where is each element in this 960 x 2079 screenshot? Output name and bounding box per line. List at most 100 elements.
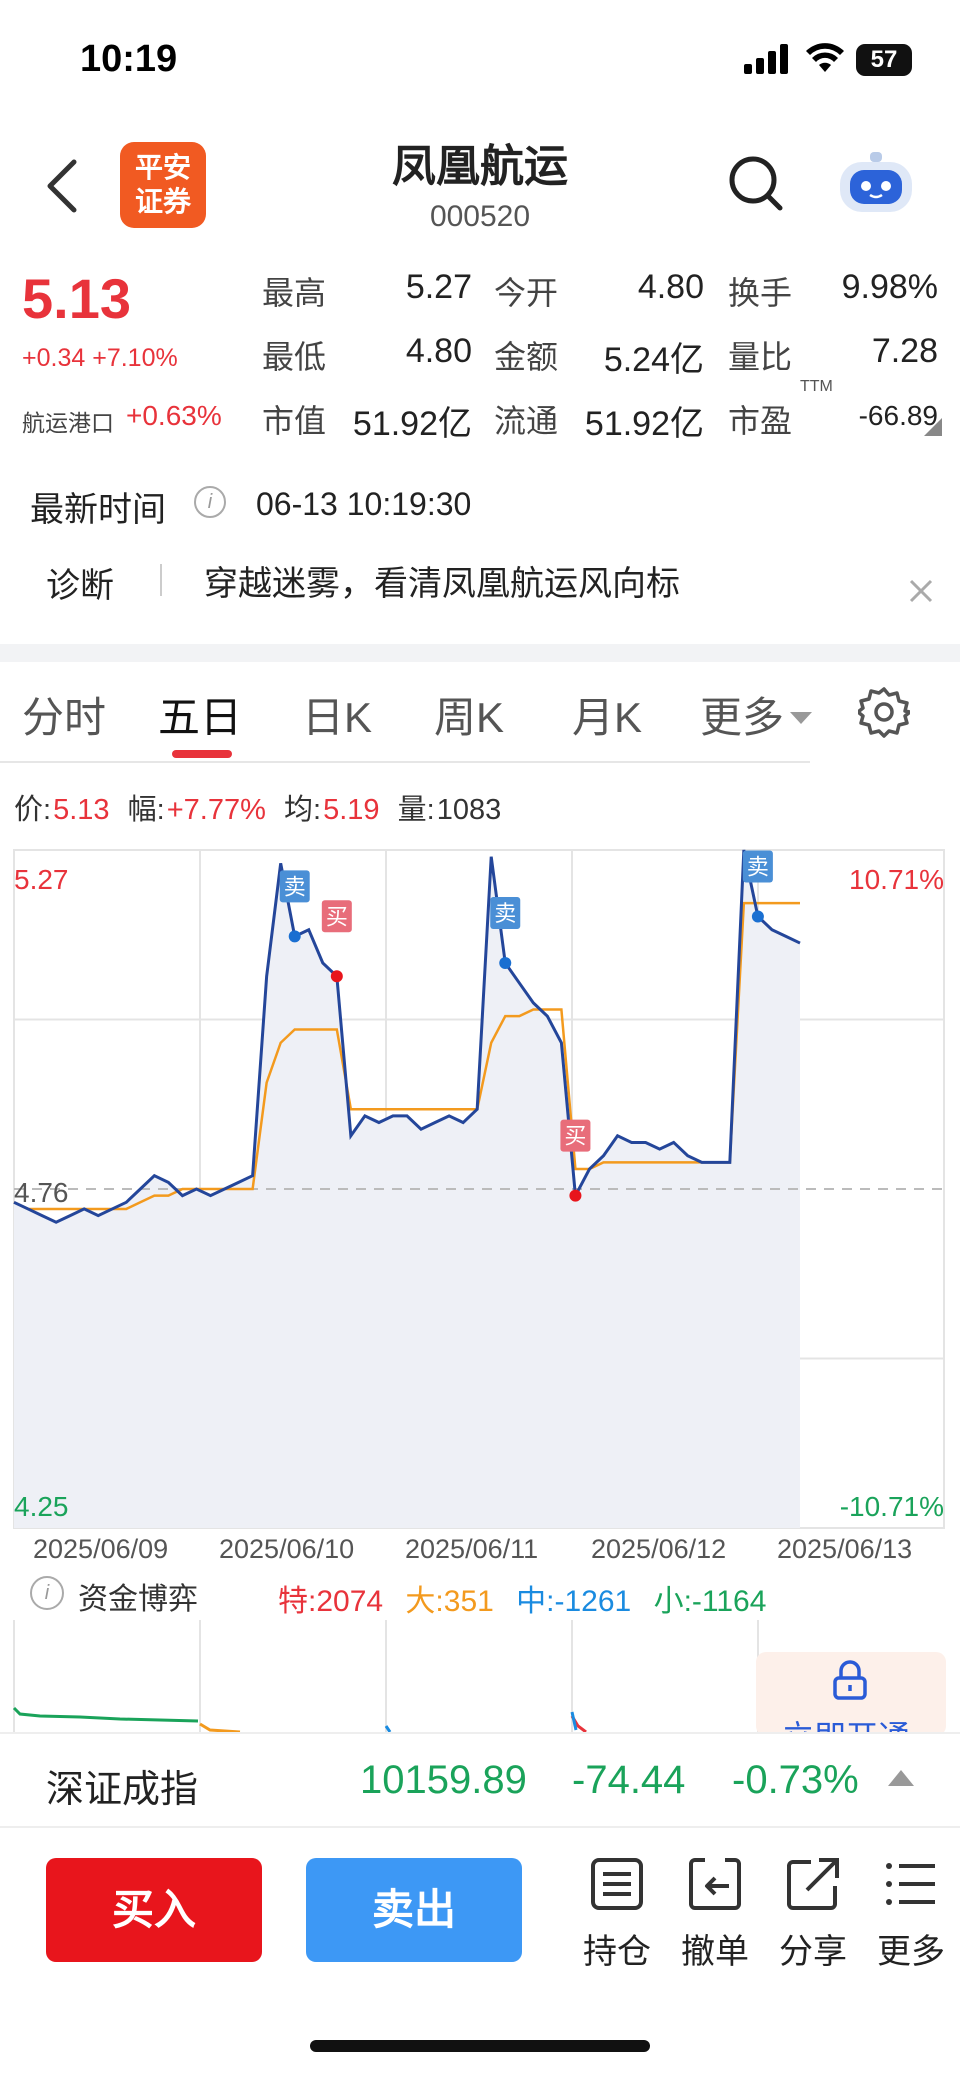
- pe-label: 市盈: [728, 403, 793, 439]
- pe-ttm-label: TTM: [800, 378, 833, 395]
- home-indicator: [310, 2040, 650, 2052]
- fund-flow-header: i 资金博弈 特:2074 大:351 中:-1261 小:-1164: [0, 1572, 960, 1622]
- latest-time: 06-13 10:19:30: [256, 486, 472, 522]
- high-label: 最高: [262, 275, 327, 311]
- fund-flow-values: 特:2074 大:351 中:-1261 小:-1164: [278, 1576, 780, 1620]
- divider: [160, 564, 162, 596]
- info-icon[interactable]: i: [30, 1576, 64, 1610]
- buy-button[interactable]: 买入: [46, 1858, 262, 1962]
- price-readout-label: 价:: [14, 794, 52, 826]
- logo-line-1: 平安: [134, 152, 191, 183]
- cancel-order-icon: [689, 1858, 741, 1910]
- positions-label: 持仓: [583, 1933, 651, 1971]
- fund-small: 小:-1164: [653, 1585, 767, 1618]
- active-tab-indicator: [172, 750, 232, 758]
- signal-label: 买: [564, 1124, 586, 1149]
- signal-dot: [288, 930, 301, 943]
- fund-super-large: 特:2074: [278, 1585, 384, 1618]
- latest-time-label: 最新时间: [30, 491, 166, 529]
- price-change: +0.34 +7.10%: [22, 344, 178, 373]
- signal-label: 卖: [284, 874, 306, 899]
- diagnosis-label: 诊断: [46, 567, 114, 605]
- share-button[interactable]: 分享: [768, 1854, 858, 1994]
- volume-ratio-label: 量比: [728, 339, 793, 375]
- y-right-top: 10.71%: [849, 864, 944, 895]
- fund-medium: 中:-1261: [516, 1585, 632, 1618]
- average-readout-label: 均:: [284, 794, 322, 826]
- y-left-bottom: 4.25: [14, 1491, 69, 1522]
- x-axis-tick-label: 2025/06/09: [33, 1534, 168, 1564]
- float-cap-value: 51.92亿: [584, 405, 704, 443]
- change-percent: +7.10%: [92, 344, 178, 372]
- tab-five-day[interactable]: 五日: [158, 684, 242, 745]
- volume-readout: 1083: [436, 794, 502, 826]
- stock-title: 凤凰航运: [392, 142, 568, 191]
- chevron-down-icon: [790, 712, 812, 724]
- back-arrow-icon[interactable]: [40, 156, 84, 216]
- x-axis-tick-label: 2025/06/11: [405, 1534, 538, 1564]
- chevron-up-icon[interactable]: [888, 1770, 914, 1786]
- tab-underline: [0, 761, 810, 763]
- chart-tabs: 分时 五日 日K 周K 月K 更多: [0, 662, 960, 763]
- status-time: 10:19: [80, 38, 178, 80]
- sector-change: +0.63%: [126, 400, 222, 431]
- expand-corner-icon[interactable]: [924, 418, 942, 436]
- share-icon: [787, 1858, 839, 1910]
- signal-label: 卖: [494, 901, 516, 926]
- status-bar: 10:19 57: [0, 0, 960, 120]
- index-ticker[interactable]: 深证成指 10159.89 -74.44 -0.73%: [0, 1732, 960, 1828]
- positions-icon: [591, 1858, 643, 1910]
- turnover-value: 9.98%: [841, 268, 938, 306]
- tab-month-k[interactable]: 月K: [572, 684, 642, 745]
- amount-value: 5.24亿: [603, 341, 704, 379]
- volume-readout-label: 量:: [397, 794, 435, 826]
- section-divider: [0, 644, 960, 662]
- amount-label: 金额: [494, 339, 559, 375]
- index-change: -74.44: [572, 1758, 686, 1802]
- close-icon[interactable]: [906, 576, 936, 606]
- cancel-order-label: 撤单: [681, 1933, 749, 1971]
- low-value: 4.80: [405, 332, 472, 370]
- y-left-top: 5.27: [14, 864, 69, 895]
- share-label: 分享: [779, 1933, 847, 1971]
- float-cap-label: 流通: [494, 403, 559, 439]
- quote-panel: 5.13 +0.34 +7.10% 航运港口 +0.63% 最高 5.27 今开…: [0, 250, 960, 650]
- logo-line-2: 证券: [134, 186, 191, 217]
- search-icon[interactable]: [726, 152, 786, 216]
- diagnosis-text[interactable]: 穿越迷雾，看清凤凰航运风向标: [204, 556, 680, 605]
- broker-logo: 平安 证券: [120, 142, 206, 228]
- sector-name[interactable]: 航运港口: [22, 404, 114, 438]
- tab-day-k[interactable]: 日K: [302, 684, 372, 745]
- cancel-order-button[interactable]: 撤单: [670, 1854, 760, 1994]
- high-value: 5.27: [405, 268, 472, 306]
- gear-icon[interactable]: [858, 686, 910, 738]
- positions-button[interactable]: 持仓: [572, 1854, 662, 1994]
- info-icon[interactable]: i: [194, 486, 226, 518]
- average-readout: 5.19: [323, 794, 380, 826]
- y-right-bottom: -10.71%: [840, 1491, 944, 1522]
- low-label: 最低: [262, 339, 327, 375]
- robot-assistant-icon[interactable]: [836, 148, 916, 216]
- index-name: 深证成指: [46, 1769, 199, 1811]
- tab-more[interactable]: 更多: [700, 684, 784, 745]
- sell-button[interactable]: 卖出: [306, 1858, 522, 1962]
- stock-code: 000520: [429, 200, 531, 233]
- turnover-label: 换手: [728, 275, 793, 311]
- index-percent: -0.73%: [732, 1758, 859, 1802]
- pe-value: -66.89: [858, 400, 938, 431]
- signal-dot: [569, 1189, 582, 1202]
- wifi-icon: [806, 43, 844, 72]
- signal-dot: [751, 910, 764, 923]
- more-label: 更多: [877, 1933, 945, 1971]
- x-axis-labels: 2025/06/09 2025/06/10 2025/06/11 2025/06/12…: [33, 1534, 912, 1564]
- tab-week-k[interactable]: 周K: [434, 684, 504, 745]
- x-axis-tick-label: 2025/06/13: [777, 1534, 912, 1564]
- tab-timeshare[interactable]: 分时: [22, 684, 106, 745]
- amplitude-readout: +7.77%: [166, 794, 266, 826]
- amplitude-readout-label: 幅:: [127, 794, 165, 826]
- signal-dot: [330, 970, 343, 983]
- open-label: 今开: [494, 275, 559, 311]
- five-day-chart[interactable]: 卖买 卖买卖 5.27 4.76 4.25 10.71% -10.71% 2025…: [0, 840, 960, 1670]
- more-button[interactable]: 更多: [866, 1854, 956, 1994]
- more-icon: [886, 1863, 935, 1905]
